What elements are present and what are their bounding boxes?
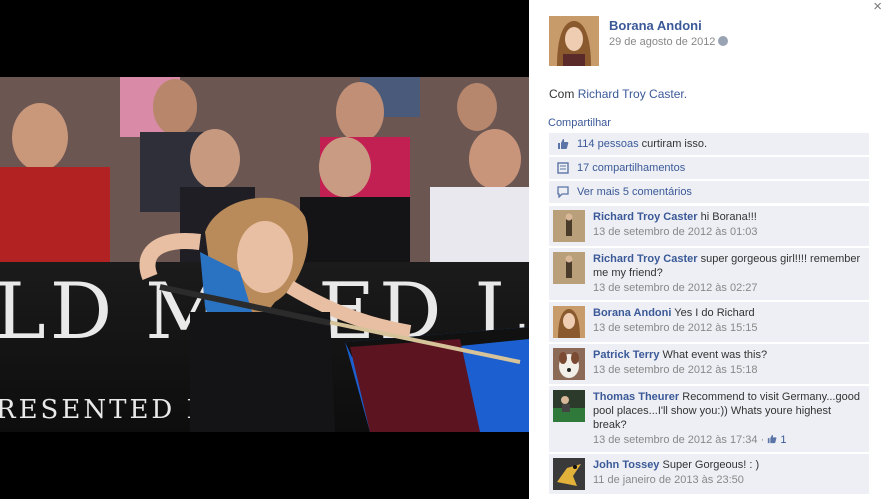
comment-text-line: Thomas Theurer Recommend to visit German… — [593, 390, 863, 432]
comment-timestamp: 13 de setembro de 2012 às 17:34 · 1 — [593, 432, 863, 448]
commenter-avatar[interactable] — [553, 348, 585, 380]
comment-item: John Tossey Super Gorgeous! : ) 11 de ja… — [549, 454, 869, 494]
more-comments-row: Ver mais 5 comentários — [549, 181, 869, 203]
comment-text-line: Richard Troy Caster super gorgeous girl!… — [593, 252, 863, 280]
comment-timestamp[interactable]: 13 de setembro de 2012 às 02:27 — [593, 280, 863, 296]
commenter-avatar[interactable] — [553, 458, 585, 490]
commenter-name[interactable]: Thomas Theurer — [593, 391, 679, 403]
thumbs-up-icon — [558, 139, 569, 149]
shares-row: 17 compartilhamentos — [549, 157, 869, 179]
share-icon — [557, 162, 569, 174]
share-link[interactable]: Compartilhar — [548, 117, 611, 129]
comments-list: Richard Troy Caster hi Borana!!! 13 de s… — [549, 206, 869, 496]
comment-timestamp[interactable]: 13 de setembro de 2012 às 15:15 — [593, 320, 863, 336]
author-avatar[interactable] — [549, 16, 599, 66]
comment-icon — [557, 186, 569, 198]
commenter-avatar[interactable] — [553, 306, 585, 338]
tagged-line: Com Richard Troy Caster. — [549, 87, 687, 101]
comment-text-line: John Tossey Super Gorgeous! : ) — [593, 458, 863, 472]
comment-item: Patrick Terry What event was this? 13 de… — [549, 344, 869, 384]
comment-timestamp[interactable]: 13 de setembro de 2012 às 15:18 — [593, 362, 863, 378]
post-date-text[interactable]: 29 de agosto de 2012 — [609, 36, 715, 48]
commenter-avatar[interactable] — [553, 252, 585, 284]
post-details-panel: × Borana Andoni 29 de agosto de 2012 Com… — [529, 0, 887, 499]
commenter-name[interactable]: Patrick Terry — [593, 349, 659, 361]
comment-item: Borana Andoni Yes I do Richard 13 de set… — [549, 302, 869, 342]
comment-like-number: 1 — [780, 434, 787, 446]
tagged-person-link[interactable]: Richard Troy Caster. — [578, 87, 687, 101]
comment-body: hi Borana!!! — [700, 211, 757, 223]
commenter-name[interactable]: Borana Andoni — [593, 307, 671, 319]
tagged-prefix: Com — [549, 87, 575, 101]
shares-count-link[interactable]: 17 compartilhamentos — [577, 162, 685, 174]
commenter-avatar[interactable] — [553, 390, 585, 422]
commenter-name[interactable]: John Tossey — [593, 459, 659, 471]
comment-body: Yes I do Richard — [674, 307, 755, 319]
comment-item: Richard Troy Caster hi Borana!!! 13 de s… — [549, 206, 869, 246]
comment-item: Richard Troy Caster super gorgeous girl!… — [549, 248, 869, 300]
feedback-box: 114 pessoas curtiram isso. 17 compartilh… — [549, 133, 869, 205]
comment-body: What event was this? — [662, 349, 768, 361]
comment-text-line: Richard Troy Caster hi Borana!!! — [593, 210, 863, 224]
comment-item: Thomas Theurer Recommend to visit German… — [549, 386, 869, 452]
author-name[interactable]: Borana Andoni — [609, 18, 702, 33]
likes-count-link[interactable]: 114 pessoas — [577, 138, 639, 150]
close-icon[interactable]: × — [873, 0, 882, 14]
thumbs-up-icon — [768, 434, 777, 444]
commenter-avatar[interactable] — [553, 210, 585, 242]
comment-body: Super Gorgeous! : ) — [662, 459, 760, 471]
comment-text-line: Borana Andoni Yes I do Richard — [593, 306, 863, 320]
post-date[interactable]: 29 de agosto de 2012 — [609, 36, 729, 48]
post-photo[interactable]: LD MA ED L RESENTED BY GS — [0, 77, 529, 432]
player-figure — [139, 197, 529, 432]
comment-timestamp-text[interactable]: 13 de setembro de 2012 às 17:34 · — [593, 434, 767, 446]
comment-timestamp[interactable]: 11 de janeiro de 2013 às 23:50 — [593, 472, 863, 488]
view-more-comments-link[interactable]: Ver mais 5 comentários — [577, 186, 692, 198]
commenter-name[interactable]: Richard Troy Caster — [593, 211, 698, 223]
comment-like-count[interactable]: 1 — [767, 434, 786, 446]
globe-icon — [718, 36, 729, 46]
likes-suffix: curtiram isso. — [641, 138, 708, 150]
comment-timestamp[interactable]: 13 de setembro de 2012 às 01:03 — [593, 224, 863, 240]
commenter-name[interactable]: Richard Troy Caster — [593, 253, 698, 265]
likes-row: 114 pessoas curtiram isso. — [549, 133, 869, 155]
comment-text-line: Patrick Terry What event was this? — [593, 348, 863, 362]
photo-stage[interactable]: LD MA ED L RESENTED BY GS — [0, 0, 529, 499]
